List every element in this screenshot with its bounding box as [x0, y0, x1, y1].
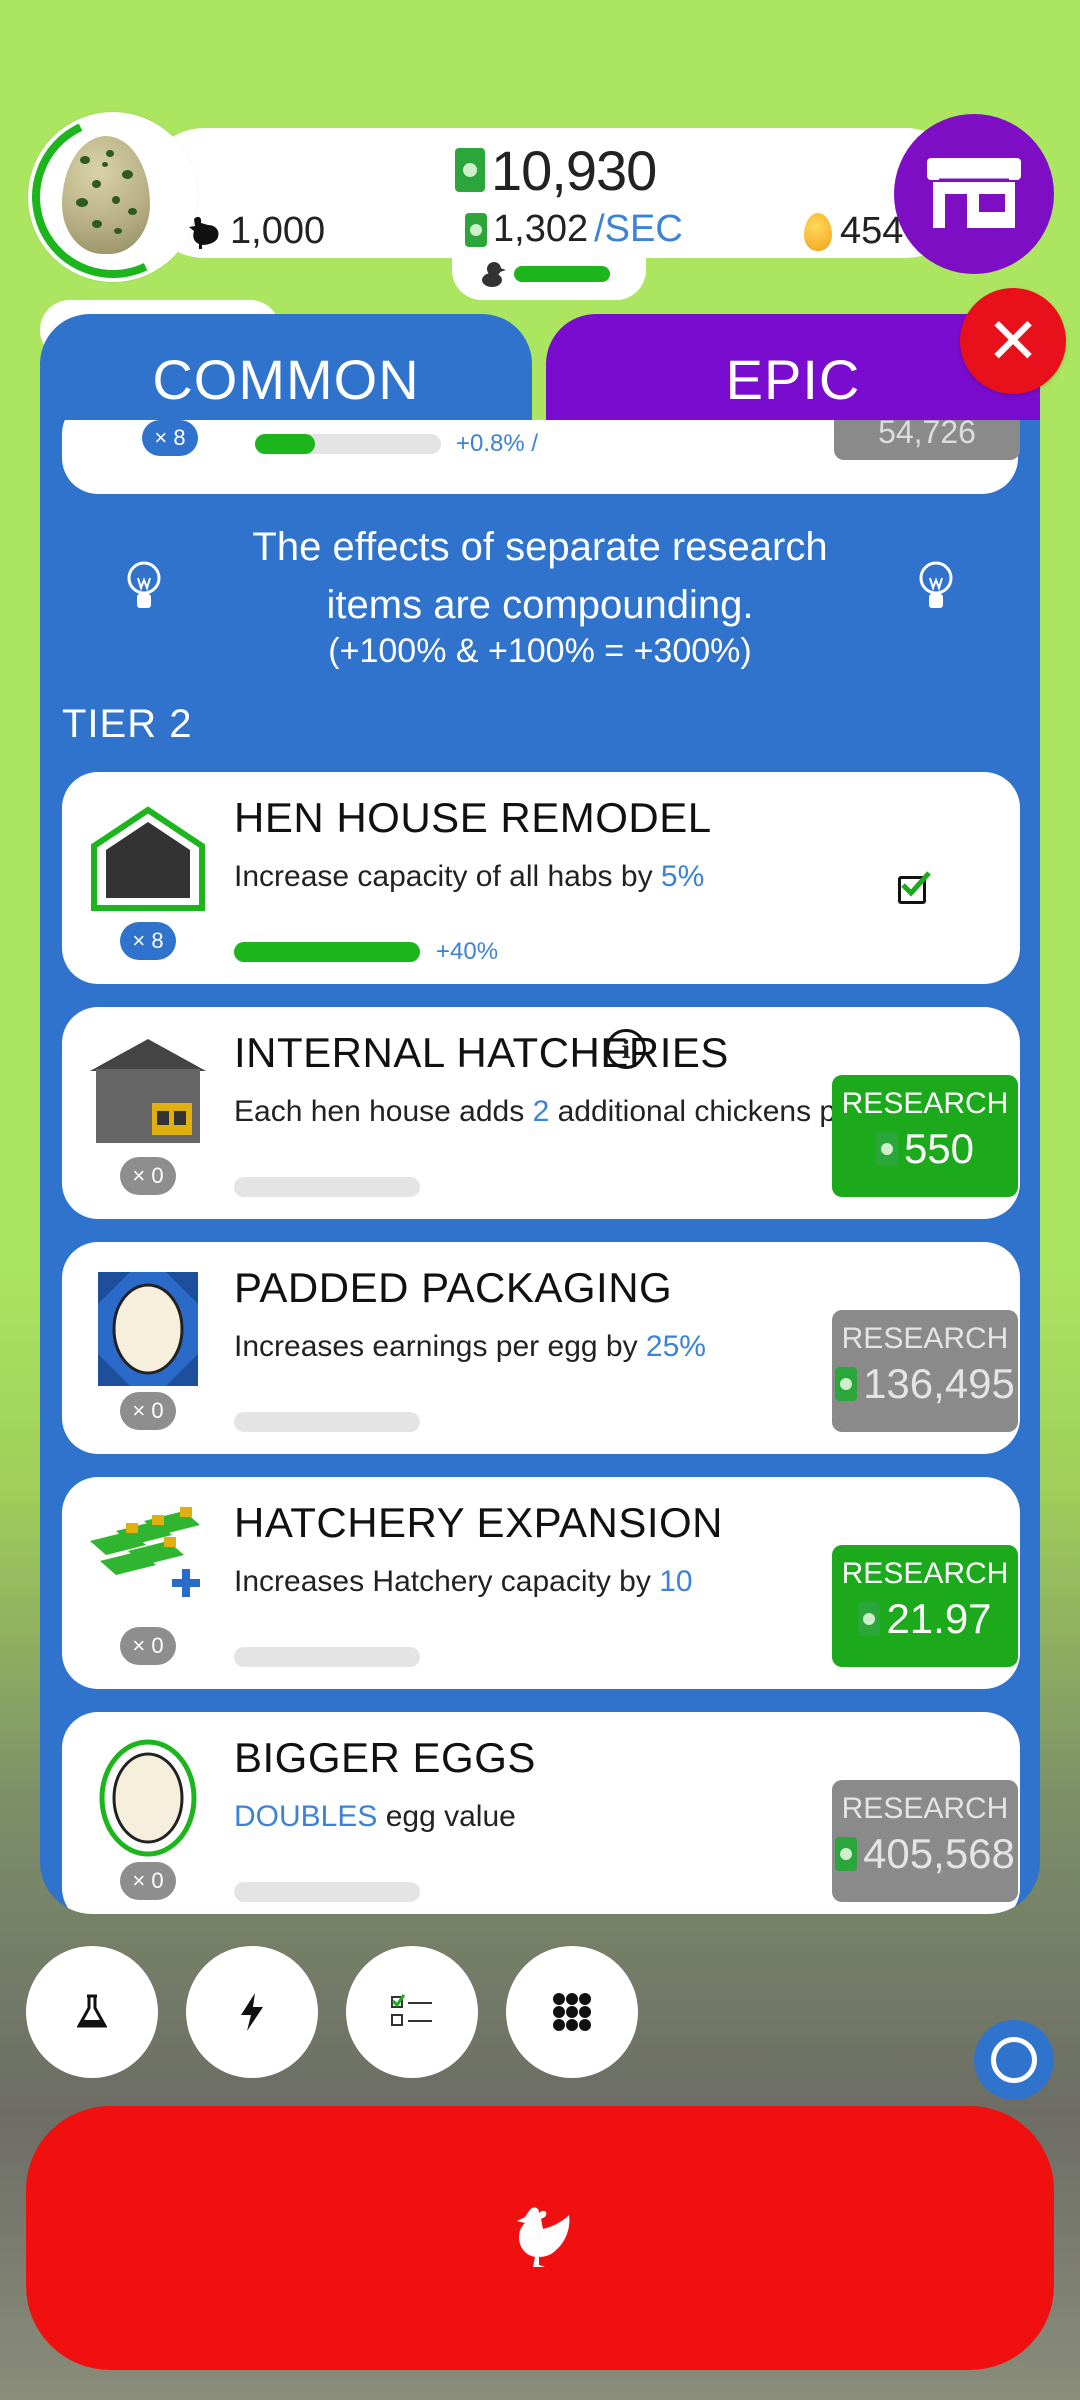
- research-description: Increases earnings per egg by 25%: [234, 1330, 706, 1363]
- chicken-icon: [517, 2207, 570, 2267]
- research-title: BIGGER EGGS: [234, 1734, 536, 1781]
- research-button[interactable]: 54,726: [834, 420, 1020, 460]
- more-menu-button[interactable]: [506, 1946, 638, 2078]
- research-card-bigger-eggs: × 0 BIGGER EGGS DOUBLES egg value RESEAR…: [62, 1712, 1020, 1914]
- research-button[interactable]: RESEARCH 550: [832, 1075, 1018, 1197]
- research-progress-bar: [255, 434, 441, 454]
- chicken-icon: [189, 216, 219, 249]
- research-description: Increases Hatchery capacity by 10: [234, 1565, 693, 1598]
- hatchery-expansion-icon: [90, 1507, 200, 1597]
- lightbulb-icon: [919, 561, 953, 608]
- close-button[interactable]: ✕: [960, 288, 1066, 394]
- research-panel[interactable]: × 8 +0.8% / 54,726 The effects of separa…: [40, 420, 1040, 1914]
- research-price: 54,726: [878, 420, 976, 450]
- camera-toggle-button[interactable]: [974, 2020, 1054, 2100]
- internal-hatchery-icon: [90, 1039, 206, 1143]
- hen-house-icon: [91, 806, 205, 911]
- research-description: Increase capacity of all habs by 5%: [234, 860, 705, 893]
- rate-value: 1,302: [493, 208, 589, 250]
- research-button-label: RESEARCH: [841, 1322, 1009, 1355]
- lightbulb-icon: [127, 561, 161, 608]
- research-price: 405,568: [863, 1830, 1015, 1877]
- ring-icon: [991, 2037, 1037, 2083]
- shop-button[interactable]: [894, 114, 1054, 274]
- cash-icon: [858, 1602, 881, 1636]
- research-progress-bar: [234, 1647, 420, 1667]
- research-card-partial: × 8 +0.8% / 54,726: [62, 420, 1020, 494]
- chicken-count: 1,000: [186, 210, 325, 253]
- flask-icon: [77, 1994, 107, 2028]
- research-price: 550: [903, 1125, 975, 1172]
- golden-egg-count: 454: [804, 210, 903, 253]
- research-description: DOUBLES egg value: [234, 1800, 516, 1833]
- research-tip-text: The effects of separate research items a…: [252, 525, 828, 627]
- research-price: 136,495: [863, 1360, 1015, 1407]
- research-button-label: RESEARCH: [841, 1087, 1009, 1120]
- cash-icon: [455, 148, 485, 192]
- research-button[interactable]: RESEARCH 136,495: [832, 1310, 1018, 1432]
- missions-menu-button[interactable]: [346, 1946, 478, 2078]
- research-card-hen-house-remodel: × 8 HEN HOUSE REMODEL Increase capacity …: [62, 772, 1020, 984]
- hatchery-progress-bar: [514, 266, 610, 282]
- research-button[interactable]: RESEARCH 21.97: [832, 1545, 1018, 1667]
- grid-icon: [553, 1993, 591, 2031]
- boosts-menu-button[interactable]: [186, 1946, 318, 2078]
- research-title: HEN HOUSE REMODEL: [234, 794, 712, 841]
- research-level-badge: × 8: [142, 420, 198, 456]
- padded-egg-icon: [98, 1272, 198, 1386]
- bigger-egg-icon: [99, 1739, 197, 1857]
- golden-egg-value: 454: [840, 210, 904, 252]
- research-progress-bar: [234, 1412, 420, 1432]
- earning-rate: 1,302 /SEC: [465, 208, 683, 251]
- cash-icon: [835, 1367, 858, 1401]
- rate-unit: /SEC: [594, 208, 683, 250]
- research-progress-bar: [234, 942, 420, 962]
- research-card-padded-packaging: × 0 PADDED PACKAGING Increases earnings …: [62, 1242, 1020, 1454]
- info-icon[interactable]: i: [606, 1029, 646, 1069]
- research-level-badge: × 0: [120, 1862, 176, 1900]
- research-button-label: RESEARCH: [841, 1557, 1009, 1590]
- research-card-hatchery-expansion: × 0 HATCHERY EXPANSION Increases Hatcher…: [62, 1477, 1020, 1689]
- research-progress-bar: [234, 1177, 420, 1197]
- hatchery-indicator: [452, 248, 646, 300]
- research-button[interactable]: RESEARCH 405,568: [832, 1780, 1018, 1902]
- close-icon: ✕: [986, 304, 1040, 377]
- research-title: INTERNAL HATCHERIES: [234, 1029, 729, 1076]
- research-card-internal-hatcheries: × 0 INTERNAL HATCHERIES i Each hen house…: [62, 1007, 1020, 1219]
- cash-icon: [465, 212, 487, 247]
- checklist-icon: [391, 1994, 432, 2026]
- golden-egg-icon: [804, 212, 832, 251]
- research-button-label: RESEARCH: [841, 1792, 1009, 1825]
- research-effect-percent: +40%: [436, 938, 499, 965]
- cash-icon: [835, 1837, 858, 1871]
- cash-icon: [875, 1132, 898, 1166]
- checkmark-icon: [901, 871, 931, 897]
- research-level-badge: × 0: [120, 1627, 176, 1665]
- research-title: HATCHERY EXPANSION: [234, 1499, 724, 1546]
- shop-icon: [927, 158, 1021, 228]
- research-tip-formula: (+100% & +100% = +300%): [328, 632, 752, 670]
- research-complete-checkbox: [898, 871, 931, 904]
- research-level-badge: × 0: [120, 1392, 176, 1430]
- hatch-chicken-button[interactable]: [26, 2106, 1054, 2370]
- research-progress-bar: [234, 1882, 420, 1902]
- money-amount: 10,930: [491, 138, 657, 202]
- chick-icon: [482, 262, 506, 287]
- research-level-badge: × 8: [120, 922, 176, 960]
- research-title: PADDED PACKAGING: [234, 1264, 673, 1311]
- research-price: 21.97: [886, 1595, 992, 1642]
- lightning-icon: [241, 1993, 263, 2031]
- tier-heading: TIER 2: [62, 702, 193, 746]
- research-menu-button[interactable]: [26, 1946, 158, 2078]
- research-effect-percent: +0.8% /: [456, 430, 539, 457]
- research-level-badge: × 0: [120, 1157, 176, 1195]
- chicken-count-value: 1,000: [230, 210, 326, 252]
- money-display: 10,930: [455, 138, 657, 202]
